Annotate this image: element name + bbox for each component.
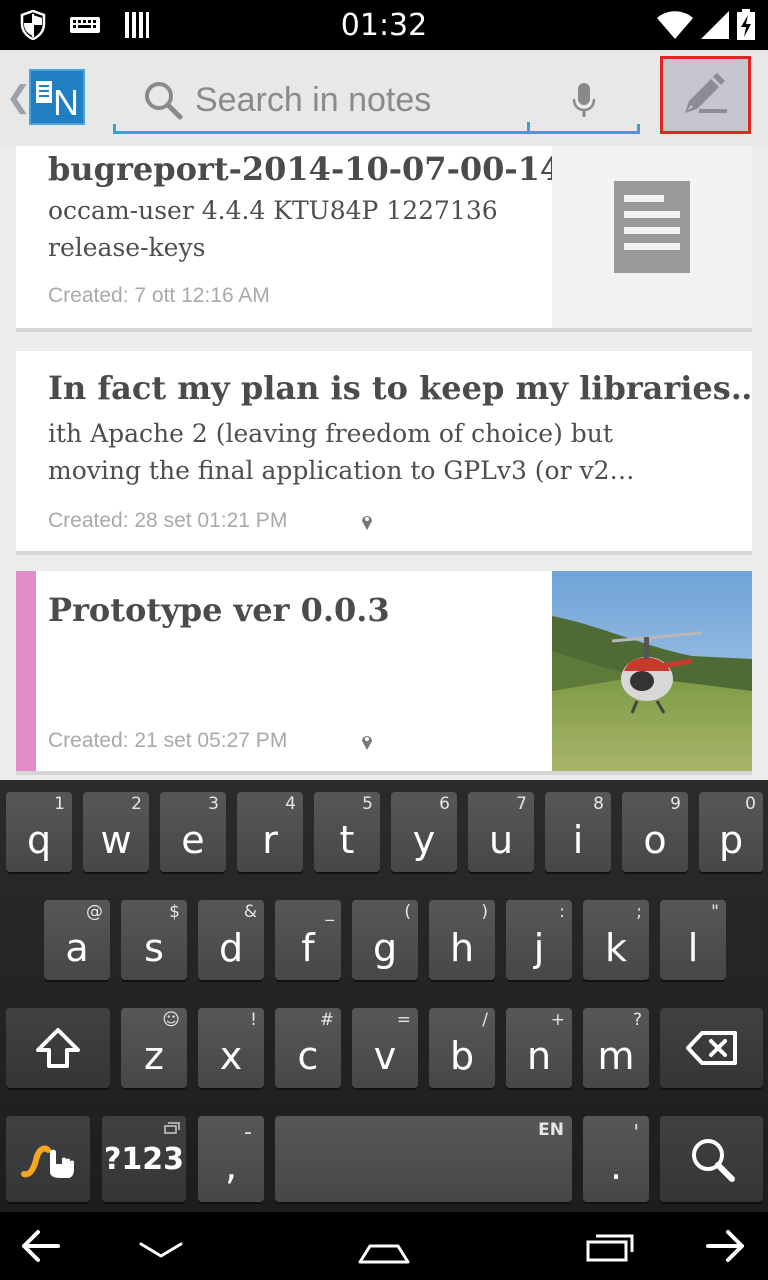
key-k[interactable]: ; k	[583, 900, 649, 980]
swype-key[interactable]	[6, 1116, 90, 1202]
note-body: occam-user 4.4.4 KTU84P 1227136 release-…	[48, 192, 498, 266]
key-h[interactable]: ) h	[429, 900, 495, 980]
key-c[interactable]: # c	[275, 1008, 341, 1088]
edit-pencil-icon	[684, 73, 727, 113]
status-time: 01:32	[340, 8, 428, 43]
backspace-icon	[685, 1031, 737, 1065]
key-d[interactable]: & d	[198, 900, 264, 980]
key-u[interactable]: 7u	[468, 792, 534, 872]
status-bar: 01:32	[0, 0, 768, 50]
screen: { "status_bar": { "time": "01:32", "left…	[0, 0, 768, 1280]
document-icon	[614, 181, 690, 273]
signal-icon	[701, 11, 729, 39]
location-pin-icon	[362, 516, 372, 530]
back-arrow-icon[interactable]	[20, 1224, 60, 1268]
battery-charging-icon	[737, 9, 755, 40]
status-right-icons	[656, 8, 756, 42]
key-i[interactable]: 8i	[545, 792, 611, 872]
category-color-strip	[16, 571, 36, 771]
swype-logo-icon	[21, 1145, 74, 1178]
app-logo-icon[interactable]: N	[29, 69, 85, 125]
key-t[interactable]: 5t	[314, 792, 380, 872]
home-icon[interactable]	[356, 1224, 412, 1268]
note-title: bugreport-2014-10-07-00-14	[48, 150, 563, 188]
key-x[interactable]: ! x	[198, 1008, 264, 1088]
note-body-line: moving the final application to GPLv3 (o…	[48, 456, 635, 485]
note-body-line: occam-user 4.4.4 KTU84P 1227136	[48, 196, 498, 225]
note-body-line: release-keys	[48, 233, 206, 262]
new-note-button[interactable]	[660, 56, 751, 134]
note-title: In fact my plan is to keep my libraries…	[48, 369, 752, 407]
note-thumbnail	[552, 146, 752, 328]
note-title: Prototype ver 0.0.3	[48, 591, 390, 629]
backspace-key[interactable]	[660, 1008, 763, 1088]
action-bar: ❮ N Search in notes	[0, 50, 768, 146]
key-m[interactable]: ? m	[583, 1008, 649, 1088]
key-e[interactable]: 3e	[160, 792, 226, 872]
hide-keyboard-icon[interactable]	[138, 1224, 184, 1268]
location-pin-icon	[362, 736, 372, 750]
mic-icon[interactable]	[571, 82, 597, 120]
notes-list: bugreport-2014-10-07-00-14 occam-user 4.…	[0, 146, 768, 780]
symbols-hint-icon	[164, 1122, 180, 1134]
keyboard-search-icon	[691, 1139, 735, 1182]
key-v[interactable]: = v	[352, 1008, 418, 1088]
note-card[interactable]: Prototype ver 0.0.3 Created: 21 set 05:2…	[16, 571, 752, 775]
shift-key[interactable]	[6, 1008, 110, 1088]
note-body-line: ith Apache 2 (leaving freedom of choice)…	[48, 419, 613, 448]
key-f[interactable]: _ f	[275, 900, 341, 980]
shift-arrow-icon	[36, 1028, 80, 1068]
search-input[interactable]: Search in notes	[113, 72, 640, 134]
key-q[interactable]: 1q	[6, 792, 72, 872]
key-y[interactable]: 6y	[391, 792, 457, 872]
key-b[interactable]: / b	[429, 1008, 495, 1088]
key-w[interactable]: 2w	[83, 792, 149, 872]
recents-icon[interactable]	[584, 1224, 636, 1268]
symbols-label: ?123	[103, 1141, 185, 1177]
soft-keyboard: 1q 2w 3e 4r 5t 6y 7u 8i 9o 0p @ a $ s & d _…	[0, 780, 768, 1212]
wifi-icon	[657, 11, 693, 39]
search-icon	[145, 82, 183, 120]
key-s[interactable]: $ s	[121, 900, 187, 980]
key-o[interactable]: 9o	[622, 792, 688, 872]
search-placeholder: Search in notes	[195, 81, 432, 119]
note-card[interactable]: bugreport-2014-10-07-00-14 occam-user 4.…	[16, 146, 752, 332]
note-date: Created: 7 ott 12:16 AM	[48, 284, 270, 307]
app-logo-letter: N	[53, 82, 79, 123]
search-separator	[527, 122, 530, 134]
key-l[interactable]: " l	[660, 900, 726, 980]
note-body: ith Apache 2 (leaving freedom of choice)…	[48, 415, 635, 489]
symbols-key[interactable]: ?123	[102, 1116, 186, 1202]
period-key[interactable]: '.	[583, 1116, 649, 1202]
navigation-bar	[0, 1212, 768, 1280]
note-card[interactable]: In fact my plan is to keep my libraries……	[16, 351, 752, 555]
note-photo-thumbnail	[552, 571, 752, 771]
search-key[interactable]	[660, 1116, 763, 1202]
note-date: Created: 28 set 01:21 PM	[48, 509, 288, 532]
note-date: Created: 21 set 05:27 PM	[48, 729, 288, 752]
back-chevron-icon[interactable]: ❮	[6, 80, 31, 115]
key-r[interactable]: 4r	[237, 792, 303, 872]
forward-arrow-icon[interactable]	[706, 1224, 746, 1268]
comma-key[interactable]: -,	[198, 1116, 264, 1202]
key-p[interactable]: 0p	[699, 792, 763, 872]
key-j[interactable]: :j	[506, 900, 572, 980]
key-n[interactable]: + n	[506, 1008, 572, 1088]
space-key[interactable]: EN	[275, 1116, 572, 1202]
key-g[interactable]: (g	[352, 900, 418, 980]
key-z[interactable]: ☺ z	[121, 1008, 187, 1088]
key-a[interactable]: @ a	[44, 900, 110, 980]
